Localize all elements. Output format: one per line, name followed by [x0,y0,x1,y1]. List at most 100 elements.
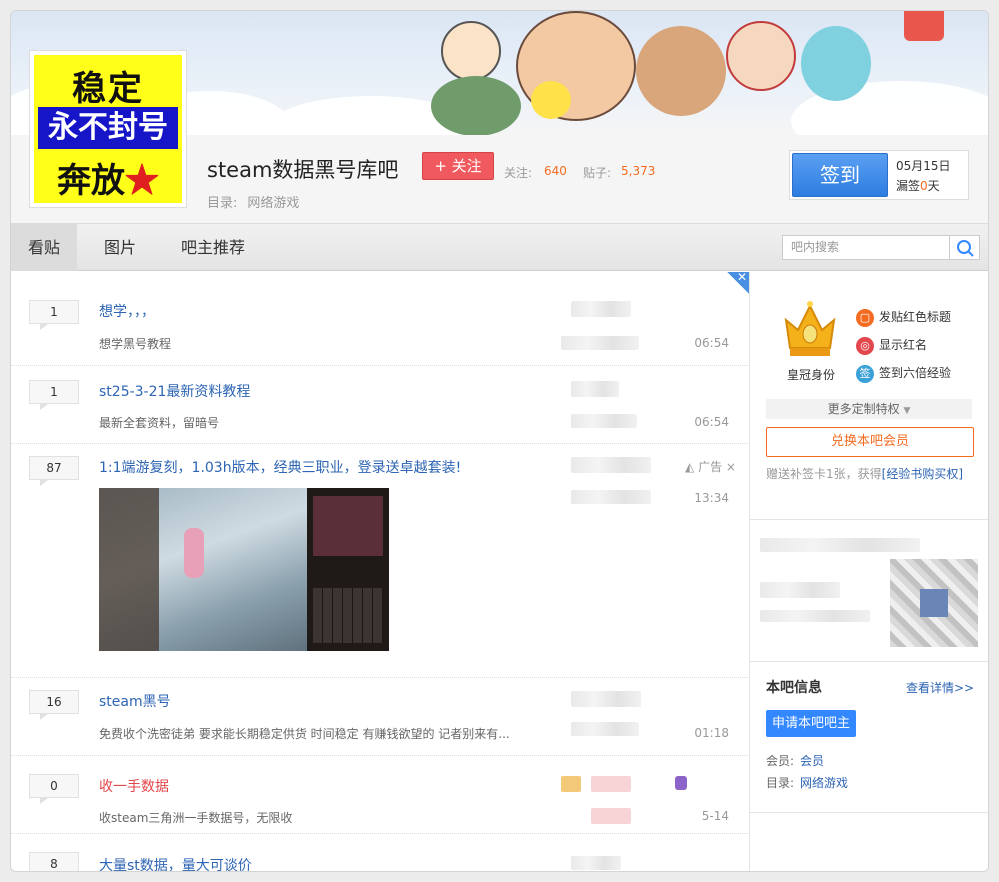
forum-nav: 看贴 图片 吧主推荐 吧内搜索 [11,224,988,271]
follow-count-label: 关注: [504,166,533,180]
last-replier[interactable] [571,722,639,736]
right-sidebar: 皇冠身份 ▢ 发贴红色标题 ◎ 显示红名 签签到六倍经验 更多定制特权 ▼ 兑换本吧… [749,272,988,871]
tab-moderator-picks[interactable]: 吧主推荐 [163,224,263,271]
tab-pictures[interactable]: 图片 [87,224,153,271]
thread-time: 13:34 [694,491,729,505]
ad-label[interactable]: ◭ 广告 × [685,458,736,475]
thread-abstract: 免费收个洗密徒弟 要求能长期稳定供货 时间稳定 有赚钱欲望的 记者别来有... [99,727,510,741]
author-avatar[interactable] [571,301,631,317]
divider [750,661,988,662]
thread-row: 8 大量st数据，量大可谈价 [11,834,749,871]
logo-line-2: 永不封号 [38,107,178,149]
cartoon-character-4 [801,26,871,101]
follow-button[interactable]: + 关注 [422,152,494,180]
close-icon: × [725,460,736,474]
forum-page: 稳定 永不封号 奔放★ steam数据黑号库吧 + 关注 关注: 640 贴子:… [10,10,989,872]
cartoon-character-3 [726,21,796,91]
duck-icon [531,81,571,119]
post-count-label: 贴子: [583,166,612,180]
ad-logo-icon: ◭ [685,460,695,474]
thread-time: 06:54 [694,336,729,350]
author-avatar[interactable] [561,776,581,792]
forum-directory: 目录: 网络游戏 [207,196,300,211]
thread-title[interactable]: st25-3-21最新资料教程 [99,381,250,401]
promo-text-blurred [760,582,840,598]
author-avatar[interactable] [571,457,651,473]
directory-link[interactable]: 网络游戏 [247,196,299,211]
member-info: 会员: 会员 [766,754,825,768]
reply-count: 16 [29,690,79,720]
thread-row: 0 收一手数据 收steam三角洲一手数据号，无限收 5-14 [11,756,749,834]
privilege-red-title: ▢ 发贴红色标题 [856,308,951,327]
more-privileges-toggle[interactable]: 更多定制特权 ▼ [766,399,972,419]
apply-moderator-button[interactable]: 申请本吧吧主 [766,710,856,737]
search-icon [957,240,974,257]
search-button[interactable] [950,235,980,260]
thread-time: 06:54 [694,415,729,429]
view-details-link[interactable]: 查看详情>> [906,679,974,696]
tab-posts[interactable]: 看贴 [11,224,77,271]
thread-row: 16 steam黑号 免费收个洗密徒弟 要求能长期稳定供货 时间稳定 有赚钱欲望… [11,678,749,756]
last-replier[interactable] [571,490,651,504]
thread-title[interactable]: 大量st数据，量大可谈价 [99,855,252,871]
sign-in-button[interactable]: 签到 [792,153,888,197]
thread-title[interactable]: 收一手数据 [99,776,169,796]
thread-title[interactable]: 1:1端游复刻，1.03h版本，经典三职业，登录送卓越套装! [99,457,461,477]
forum-info-title: 本吧信息 [766,680,822,696]
cartoon-bear [636,26,726,116]
qr-code[interactable] [890,559,978,647]
thread-abstract: 最新全套资料，留暗号 [99,416,220,430]
author-avatar[interactable] [571,856,621,870]
directory-info: 目录: 网络游戏 [766,776,849,790]
thread-title[interactable]: 想学，，， [99,301,155,321]
exp-book-link[interactable]: [经验书购买权] [882,467,963,481]
message-icon: ◎ [856,336,874,355]
promo-text-blurred [760,538,920,552]
forum-search-input[interactable]: 吧内搜索 [782,235,950,260]
crown-label: 皇冠身份 [786,368,835,382]
reply-count: 1 [29,300,79,330]
forum-logo[interactable]: 稳定 永不封号 奔放★ [29,50,187,208]
bookmark-icon: ▢ [856,308,874,327]
crown-icon [784,301,836,356]
sign-icon: 签 [856,364,874,383]
ad-image[interactable] [99,488,389,651]
promo-text-blurred [760,610,870,622]
logo-line-1: 稳定 [72,69,144,109]
author-name[interactable] [591,776,631,792]
author-avatar[interactable] [571,381,619,397]
thread-time: 5-14 [701,809,729,823]
gift-text: 赠送补签卡1张，获得[经验书购买权] [766,467,964,481]
follow-count: 640 [544,164,567,178]
author-avatar[interactable] [571,691,641,707]
reply-count: 1 [29,380,79,410]
cartoon-character-1 [441,21,501,81]
thread-abstract: 收steam三角洲一手数据号，无限收 [99,811,293,825]
forum-title[interactable]: steam数据黑号库吧 [207,154,398,184]
missed-sign-days: 漏签0天 [896,179,940,193]
last-replier[interactable] [571,414,637,428]
sign-in-box: 签到 05月15日 漏签0天 [789,150,969,200]
chevron-down-icon: ▼ [903,406,911,416]
reply-count: 87 [29,456,79,486]
privilege-six-exp: 签签到六倍经验 [856,364,951,383]
gift-box-icon [904,11,944,41]
redeem-membership-button[interactable]: 兑换本吧会员 [766,427,974,457]
thread-row: 1 st25-3-21最新资料教程 最新全套资料，留暗号 06:54 [11,366,749,444]
vip-badge-icon [675,776,687,790]
logo-line-3: 奔放★ [57,161,159,201]
last-replier[interactable] [561,336,639,350]
last-replier[interactable] [591,808,631,824]
thread-time: 01:18 [694,726,729,740]
thread-title[interactable]: steam黑号 [99,691,171,711]
divider [750,812,988,813]
divider [750,519,988,520]
thread-abstract: 想学黑号教程 [99,337,172,351]
member-link[interactable]: 会员 [800,754,824,768]
sign-date: 05月15日 [896,159,951,173]
privilege-red-name: ◎ 显示红名 [856,336,927,355]
cartoon-body-1 [431,76,521,135]
reply-count: 0 [29,774,79,804]
post-count: 5,373 [621,164,656,178]
directory-link[interactable]: 网络游戏 [800,776,848,790]
